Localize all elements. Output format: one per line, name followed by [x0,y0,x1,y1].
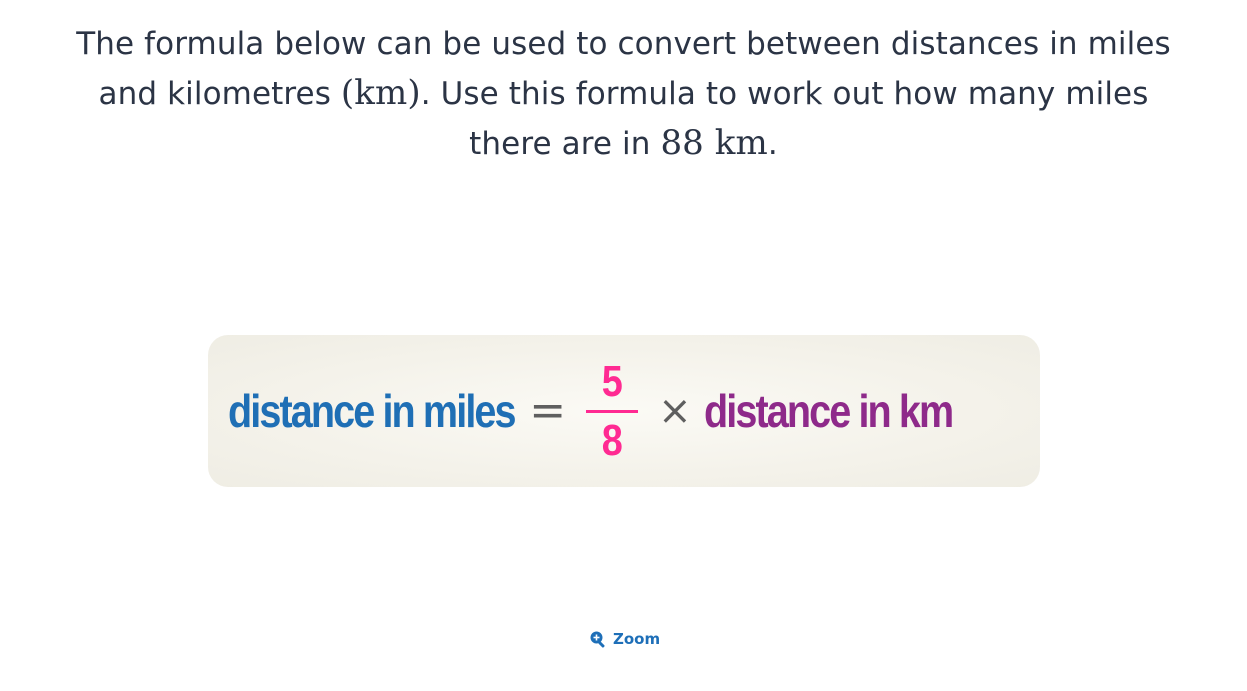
formula-right-term: distance in km [703,385,954,437]
times-sign: × [658,388,692,434]
question-line-2-suffix: . Use this formula to work out how many … [420,76,1149,112]
question-line-1: The formula below can be used to convert… [30,20,1217,69]
zoom-label: Zoom [613,630,661,648]
fraction-bar [586,409,639,413]
km-unit-math: (km) [340,73,421,113]
zoom-in-icon [589,630,607,648]
question-line-3-suffix: . [767,126,778,162]
fraction: 5 8 [586,356,639,465]
question-line-2: and kilometres (km). Use this formula to… [30,69,1217,119]
formula-card: distance in miles = 5 8 × distance in km [208,335,1040,487]
zoom-button[interactable]: Zoom [589,630,660,648]
fraction-numerator: 5 [601,356,623,406]
fraction-denominator: 8 [601,415,623,465]
formula-left-term: distance in miles [228,385,517,437]
formula: distance in miles = 5 8 × distance in km [228,335,992,487]
question-text: The formula below can be used to convert… [30,20,1217,169]
question-line-1-text: The formula below can be used to convert… [76,26,1171,62]
question-line-2-prefix: and kilometres [98,76,341,112]
distance-value-math: 88 km [660,123,768,163]
question-line-3: there are in 88 km. [30,119,1217,169]
question-line-3-prefix: there are in [469,126,661,162]
equals-sign: = [529,385,567,436]
